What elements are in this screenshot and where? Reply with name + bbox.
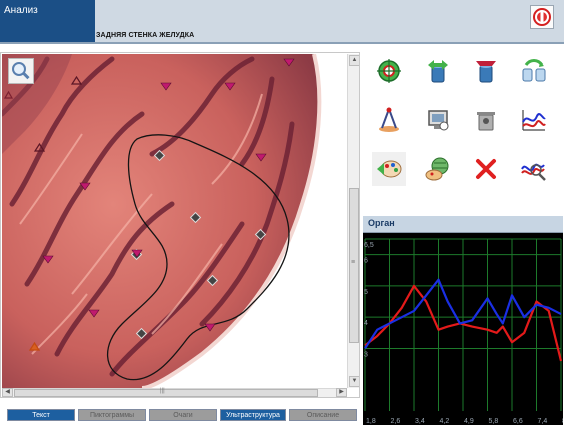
monitor-icon [428,110,449,131]
palette-tool-button[interactable] [372,152,406,186]
trash-person-icon [477,112,495,131]
bottom-tab-bar: Текст Пиктограммы Очаги Ультраструктура … [0,409,360,423]
tool-grid [364,52,560,212]
compass-tool-button[interactable] [372,103,406,137]
horizontal-scrollbar[interactable]: ◀ ||| ▶ [2,388,347,397]
trash-tool-button[interactable] [469,103,503,137]
y-tick-label: 5 [364,289,368,296]
monitor-tool-button[interactable] [421,103,455,137]
globe-tool-button[interactable] [421,152,455,186]
tissue-image [2,54,322,388]
palette-arrow-icon [377,160,402,178]
organ-panel: Орган 1,8 2,6 3,4 4,2 4,9 5,8 6,6 7,4 8,2 6,5 6 5 4 3 [363,216,563,425]
target-tool-button[interactable] [372,54,406,88]
y-tick-label: 4 [364,320,368,327]
x-tick-label: 4,2 [440,418,450,425]
scroll-left-button[interactable]: ◀ [2,388,13,397]
zoom-button[interactable] [8,58,34,84]
tissue-image-view[interactable] [2,54,347,388]
horizontal-scroll-thumb[interactable]: ||| [14,388,318,397]
target-green-icon [377,59,401,83]
scroll-up-button[interactable]: ▲ [349,55,359,66]
tab-description[interactable]: Описание [289,409,357,421]
download-cylinder-icon [476,61,496,83]
title-bar: Анализ ЗАДНЯЯ СТЕНКА ЖЕЛУДКА [0,0,564,42]
tab-ultrastructure[interactable]: Ультраструктура [220,409,286,421]
wave-magnifier-icon [521,163,546,181]
delete-tool-button[interactable] [469,152,503,186]
globe-palette-icon [425,157,449,181]
tab-foci[interactable]: Очаги [149,409,217,421]
wave-graph-icon [522,110,546,131]
exchange-jars-icon [522,59,546,82]
delete-x-icon [476,159,496,179]
hscroll-grip: ||| [160,388,165,394]
close-circle-icon [533,8,551,26]
scroll-grip: ≡ [351,259,356,266]
tab-pictograms[interactable]: Пиктограммы [78,409,146,421]
organ-header: Орган [363,216,563,233]
y-tick-label: 6,5 [364,242,374,249]
organ-title: Орган [368,218,395,228]
x-tick-label: 5,8 [489,418,499,425]
title-tab: Анализ [0,0,95,42]
wave-graph-tool-button[interactable] [517,103,551,137]
tab-text[interactable]: Текст [7,409,75,421]
vertical-scrollbar[interactable]: ▲ ≡ ▼ [347,54,359,388]
download-tool-button[interactable] [469,54,503,88]
upload-cylinder-icon [428,60,448,83]
magnifier-icon [12,62,30,80]
x-tick-label: 1,8 [366,418,376,425]
x-tick-label: 3,4 [415,418,425,425]
y-tick-label: 6 [364,258,368,265]
x-tick-label: 2,6 [391,418,401,425]
scroll-down-button[interactable]: ▼ [349,376,359,387]
upload-tool-button[interactable] [421,54,455,88]
organ-chart: 1,8 2,6 3,4 4,2 4,9 5,8 6,6 7,4 8,2 6,5 6 5 4 3 [363,233,563,425]
title-divider [0,42,564,44]
x-tick-label: 4,9 [464,418,474,425]
x-tick-label: 7,4 [538,418,548,425]
vertical-scroll-thumb[interactable]: ≡ [349,188,359,343]
y-tick-label: 3 [364,351,368,358]
exchange-tool-button[interactable] [517,54,551,88]
close-button[interactable] [530,5,554,29]
scroll-right-button[interactable]: ▶ [336,388,347,397]
x-tick-label: 8,2 [562,418,563,425]
app-title: Анализ [4,5,38,16]
image-panel: ▲ ≡ ▼ ◀ ||| ▶ [0,52,360,398]
section-subtitle: ЗАДНЯЯ СТЕНКА ЖЕЛУДКА [96,32,195,39]
compass-icon [379,107,399,132]
x-tick-label: 6,6 [513,418,523,425]
wave-magnifier-tool-button[interactable] [517,152,551,186]
